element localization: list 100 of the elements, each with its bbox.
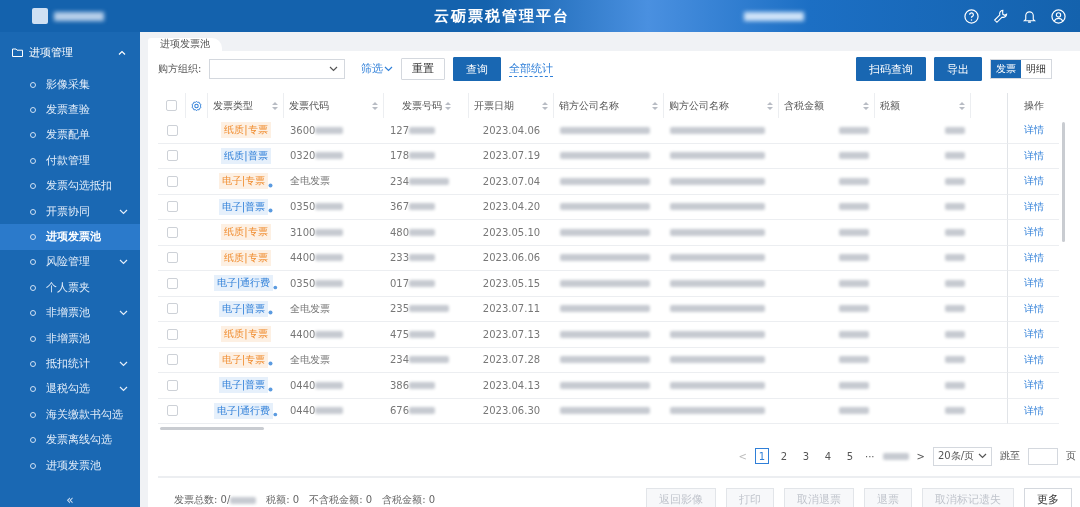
page-button[interactable]: 5	[842, 448, 857, 464]
wrench-icon[interactable]	[993, 8, 1008, 24]
sidebar-item[interactable]: 退税勾选	[0, 376, 140, 403]
redacted-block	[945, 330, 965, 338]
checkbox[interactable]	[166, 303, 178, 315]
settings-icon[interactable]	[191, 99, 202, 112]
sort-icon[interactable]	[863, 100, 869, 111]
checkbox[interactable]	[166, 100, 177, 111]
sidebar-item[interactable]: 发票离线勾选	[0, 427, 140, 453]
details-link[interactable]: 详情	[1023, 199, 1044, 214]
org-select[interactable]	[209, 59, 346, 79]
details-link[interactable]: 详情	[1023, 174, 1044, 189]
sort-icon[interactable]	[272, 100, 278, 111]
sort-icon[interactable]	[444, 100, 451, 111]
stats-link[interactable]: 全部统计	[509, 61, 554, 77]
redacted-block	[882, 452, 909, 460]
details-link[interactable]: 详情	[1023, 403, 1044, 418]
sidebar-item[interactable]: 风险管理	[0, 249, 140, 276]
table-cell: 2023.04.20	[482, 201, 541, 213]
checkbox[interactable]	[166, 328, 178, 340]
checkbox[interactable]	[166, 150, 178, 162]
help-icon[interactable]	[964, 8, 979, 24]
table-cell: 3600	[290, 124, 316, 136]
sort-icon[interactable]	[767, 100, 773, 111]
checkbox[interactable]	[166, 175, 178, 187]
redacted-block	[409, 356, 450, 364]
page-ellipsis[interactable]: ···	[864, 450, 875, 462]
bell-icon[interactable]	[1022, 8, 1037, 24]
page-button[interactable]: 4	[820, 448, 835, 464]
export-button[interactable]: 导出	[934, 57, 982, 81]
sidebar-item[interactable]: 发票查验	[0, 97, 140, 123]
sidebar-item[interactable]: 进项发票池	[0, 452, 140, 479]
logo-icon	[32, 8, 48, 24]
details-link[interactable]: 详情	[1023, 250, 1044, 265]
invoice-type-tag: 电子|普票	[218, 198, 269, 215]
details-link[interactable]: 详情	[1023, 123, 1044, 138]
checkbox[interactable]	[166, 124, 178, 136]
sort-icon[interactable]	[652, 100, 658, 111]
sidebar-item[interactable]: 付款管理	[0, 148, 140, 174]
next-page-button[interactable]: >	[916, 450, 925, 462]
redacted-block	[945, 305, 965, 313]
details-link[interactable]: 详情	[1023, 276, 1044, 291]
page-button[interactable]: 2	[776, 448, 791, 464]
page-size-select[interactable]: 20条/页	[932, 446, 992, 466]
redacted-block	[839, 254, 869, 262]
collapse-button[interactable]: «	[0, 493, 140, 507]
user-icon[interactable]	[1051, 8, 1066, 24]
sidebar-section[interactable]: 进项管理	[0, 32, 140, 72]
sidebar-item[interactable]: 进项发票池	[0, 224, 140, 250]
table-cell: 2023.07.19	[482, 150, 541, 162]
details-link[interactable]: 详情	[1023, 148, 1044, 163]
page-button[interactable]: 1	[754, 448, 769, 464]
filter-button[interactable]: 筛选	[361, 62, 394, 76]
invoice-type-tag: 纸质|专票	[221, 122, 271, 139]
page-button[interactable]: 3	[798, 448, 813, 464]
redacted-block	[230, 496, 257, 504]
sidebar-item[interactable]: 发票配单	[0, 122, 140, 149]
sort-icon[interactable]	[372, 100, 378, 111]
reset-button[interactable]: 重置	[401, 58, 446, 80]
checkbox[interactable]	[166, 354, 178, 366]
sidebar-item[interactable]: 个人票夹	[0, 275, 140, 301]
view-toggle[interactable]: 发票	[991, 60, 1021, 78]
checkbox[interactable]	[166, 277, 178, 289]
checkbox[interactable]	[166, 252, 178, 264]
table-cell: 3100	[290, 226, 316, 238]
table-cell: 235	[390, 303, 410, 315]
table-cell: 367	[390, 201, 410, 213]
details-link[interactable]: 详情	[1023, 327, 1044, 342]
checkbox[interactable]	[166, 201, 178, 213]
action-button[interactable]: 更多	[1024, 488, 1072, 507]
sidebar-item[interactable]: 发票勾选抵扣	[0, 173, 140, 199]
sort-icon[interactable]	[542, 100, 548, 111]
sidebar-item[interactable]: 非增票池	[0, 325, 140, 352]
scrollbar[interactable]	[1062, 122, 1065, 242]
details-link[interactable]: 详情	[1023, 301, 1044, 316]
scrollbar[interactable]	[160, 427, 264, 430]
checkbox[interactable]	[166, 405, 178, 417]
sidebar-item[interactable]: 非增票池	[0, 300, 140, 326]
column-header: 税额	[880, 98, 900, 113]
redacted-block	[409, 330, 436, 338]
checkbox[interactable]	[166, 226, 178, 238]
total-count: 发票总数: 0/	[174, 493, 231, 507]
scan-query-button[interactable]: 扫码查询	[856, 57, 926, 81]
column-header: 购方公司名称	[669, 98, 729, 113]
invoice-type-tag: 电子|专票	[218, 173, 269, 190]
sidebar-item[interactable]: 影像采集	[0, 72, 140, 98]
sidebar-item[interactable]: 开票协同	[0, 198, 140, 225]
invoice-type-tag: 电子|专票	[218, 351, 269, 368]
checkbox[interactable]	[166, 379, 178, 391]
details-link[interactable]: 详情	[1023, 352, 1044, 367]
sort-icon[interactable]	[959, 100, 965, 111]
page-input[interactable]	[1028, 447, 1058, 465]
tab[interactable]: 进项发票池	[148, 38, 222, 51]
redacted-block	[409, 254, 436, 262]
table-cell: 234	[390, 175, 410, 187]
details-link[interactable]: 详情	[1023, 378, 1044, 393]
sidebar-item[interactable]: 抵扣统计	[0, 351, 140, 377]
query-button[interactable]: 查询	[453, 57, 502, 81]
details-link[interactable]: 详情	[1023, 225, 1044, 240]
sidebar-item[interactable]: 海关缴款书勾选	[0, 402, 140, 428]
